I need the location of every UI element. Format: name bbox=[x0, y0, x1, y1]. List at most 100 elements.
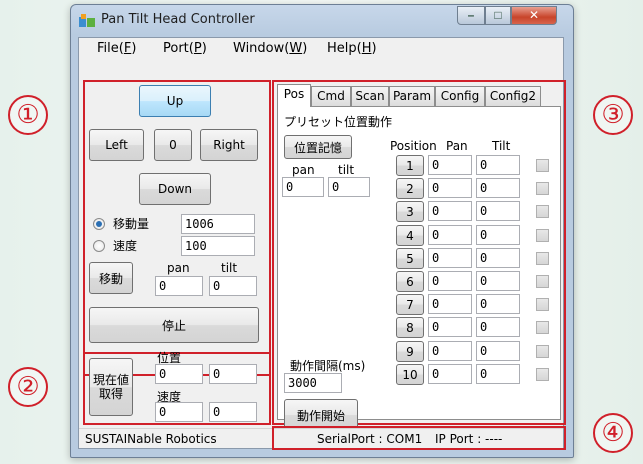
preset-pan-input[interactable]: 0 bbox=[428, 294, 472, 314]
speed-radio[interactable] bbox=[93, 240, 105, 252]
pos-pan-input[interactable]: 0 bbox=[282, 177, 324, 197]
menu-bar: File(F) Port(P) Window(W) Help(H) bbox=[79, 38, 563, 60]
menu-help[interactable]: Help(H) bbox=[327, 41, 377, 56]
current-pos-pan: 0 bbox=[155, 364, 203, 384]
current-pos-tilt: 0 bbox=[209, 364, 257, 384]
tab-config2[interactable]: Config2 bbox=[485, 86, 541, 106]
callout-1: ① bbox=[8, 95, 48, 135]
callout-3: ③ bbox=[593, 95, 633, 135]
preset-pan-input[interactable]: 0 bbox=[428, 201, 472, 221]
right-button[interactable]: Right bbox=[200, 129, 258, 161]
callout-4: ④ bbox=[593, 413, 633, 453]
preset-checkbox[interactable] bbox=[536, 298, 549, 311]
maximize-button[interactable]: □ bbox=[485, 6, 511, 25]
preset-pan-input[interactable]: 0 bbox=[428, 317, 472, 337]
stop-button[interactable]: 停止 bbox=[89, 307, 259, 343]
tab-strip: Pos Cmd Scan Param Config Config2 bbox=[277, 84, 561, 107]
tab-pos[interactable]: Pos bbox=[277, 84, 311, 107]
preset-goto-button[interactable]: 5 bbox=[396, 248, 424, 269]
preset-checkbox[interactable] bbox=[536, 229, 549, 242]
preset-checkbox[interactable] bbox=[536, 368, 549, 381]
preset-tilt-input[interactable]: 0 bbox=[476, 248, 520, 268]
status-company: SUSTAINable Robotics bbox=[85, 432, 217, 446]
preset-pan-input[interactable]: 0 bbox=[428, 178, 472, 198]
move-amount-radio[interactable] bbox=[93, 218, 105, 230]
preset-goto-button[interactable]: 7 bbox=[396, 294, 424, 315]
move-pan-input[interactable]: 0 bbox=[155, 276, 203, 296]
preset-goto-button[interactable]: 6 bbox=[396, 271, 424, 292]
preset-checkbox[interactable] bbox=[536, 275, 549, 288]
zero-button[interactable]: 0 bbox=[154, 129, 192, 161]
preset-tilt-input[interactable]: 0 bbox=[476, 271, 520, 291]
tab-param[interactable]: Param bbox=[389, 86, 435, 106]
move-button[interactable]: 移動 bbox=[89, 262, 133, 294]
pos-pan-label: pan bbox=[292, 163, 315, 177]
pos-tilt-input[interactable]: 0 bbox=[328, 177, 370, 197]
preset-pan-input[interactable]: 0 bbox=[428, 341, 472, 361]
preset-heading: プリセット位置動作 bbox=[284, 115, 393, 129]
move-tilt-label: tilt bbox=[221, 261, 238, 275]
up-button[interactable]: Up bbox=[139, 85, 211, 117]
tab-config[interactable]: Config bbox=[435, 86, 485, 106]
preset-goto-button[interactable]: 3 bbox=[396, 201, 424, 222]
preset-goto-button[interactable]: 10 bbox=[396, 364, 424, 385]
col-pan-header: Pan bbox=[446, 139, 468, 153]
preset-goto-button[interactable]: 1 bbox=[396, 155, 424, 176]
tab-cmd[interactable]: Cmd bbox=[311, 86, 351, 106]
close-button[interactable]: ✕ bbox=[511, 6, 557, 25]
preset-tilt-input[interactable]: 0 bbox=[476, 364, 520, 384]
preset-goto-button[interactable]: 8 bbox=[396, 317, 424, 338]
callout-2: ② bbox=[8, 367, 48, 407]
menu-file[interactable]: File(F) bbox=[97, 41, 136, 56]
speed-input[interactable]: 100 bbox=[181, 236, 255, 256]
move-amount-label: 移動量 bbox=[113, 217, 150, 231]
speed-label: 速度 bbox=[113, 239, 138, 253]
interval-input[interactable]: 3000 bbox=[284, 373, 342, 393]
preset-goto-button[interactable]: 9 bbox=[396, 341, 424, 362]
preset-pan-input[interactable]: 0 bbox=[428, 225, 472, 245]
col-position-header: Position bbox=[390, 139, 437, 153]
preset-checkbox[interactable] bbox=[536, 159, 549, 172]
preset-tilt-input[interactable]: 0 bbox=[476, 294, 520, 314]
move-amount-input[interactable]: 1006 bbox=[181, 214, 255, 234]
tab-scan[interactable]: Scan bbox=[351, 86, 389, 106]
preset-pan-input[interactable]: 0 bbox=[428, 364, 472, 384]
app-window: Pan Tilt Head Controller – □ ✕ File(F) P… bbox=[70, 4, 574, 458]
preset-tilt-input[interactable]: 0 bbox=[476, 317, 520, 337]
preset-checkbox[interactable] bbox=[536, 345, 549, 358]
preset-tilt-input[interactable]: 0 bbox=[476, 341, 520, 361]
preset-tilt-input[interactable]: 0 bbox=[476, 155, 520, 175]
preset-tilt-input[interactable]: 0 bbox=[476, 225, 520, 245]
window-title: Pan Tilt Head Controller bbox=[101, 12, 255, 27]
preset-tilt-input[interactable]: 0 bbox=[476, 178, 520, 198]
client-area: File(F) Port(P) Window(W) Help(H) Up Lef… bbox=[78, 37, 566, 450]
preset-pan-input[interactable]: 0 bbox=[428, 271, 472, 291]
preset-checkbox[interactable] bbox=[536, 182, 549, 195]
move-pan-label: pan bbox=[167, 261, 190, 275]
preset-pan-input[interactable]: 0 bbox=[428, 248, 472, 268]
app-icon bbox=[79, 14, 95, 27]
minimize-button[interactable]: – bbox=[457, 6, 485, 25]
get-current-button[interactable]: 現在値 取得 bbox=[89, 358, 133, 416]
menu-window[interactable]: Window(W) bbox=[233, 41, 307, 56]
interval-label: 動作間隔(ms) bbox=[290, 359, 366, 373]
preset-goto-button[interactable]: 4 bbox=[396, 225, 424, 246]
preset-checkbox[interactable] bbox=[536, 321, 549, 334]
section-4-box bbox=[272, 426, 566, 450]
tab-page-pos: プリセット位置動作 位置記憶 pan tilt 0 0 Position Pan… bbox=[277, 106, 561, 431]
remember-position-button[interactable]: 位置記憶 bbox=[284, 135, 352, 159]
preset-pan-input[interactable]: 0 bbox=[428, 155, 472, 175]
down-button[interactable]: Down bbox=[139, 173, 211, 205]
preset-checkbox[interactable] bbox=[536, 252, 549, 265]
pos-tilt-label: tilt bbox=[338, 163, 355, 177]
preset-goto-button[interactable]: 2 bbox=[396, 178, 424, 199]
menu-port[interactable]: Port(P) bbox=[163, 41, 207, 56]
current-speed-tilt: 0 bbox=[209, 402, 257, 422]
preset-tilt-input[interactable]: 0 bbox=[476, 201, 520, 221]
preset-checkbox[interactable] bbox=[536, 205, 549, 218]
title-bar[interactable]: Pan Tilt Head Controller – □ ✕ bbox=[71, 5, 571, 35]
col-tilt-header: Tilt bbox=[492, 139, 511, 153]
left-button[interactable]: Left bbox=[89, 129, 144, 161]
move-tilt-input[interactable]: 0 bbox=[209, 276, 257, 296]
current-speed-pan: 0 bbox=[155, 402, 203, 422]
